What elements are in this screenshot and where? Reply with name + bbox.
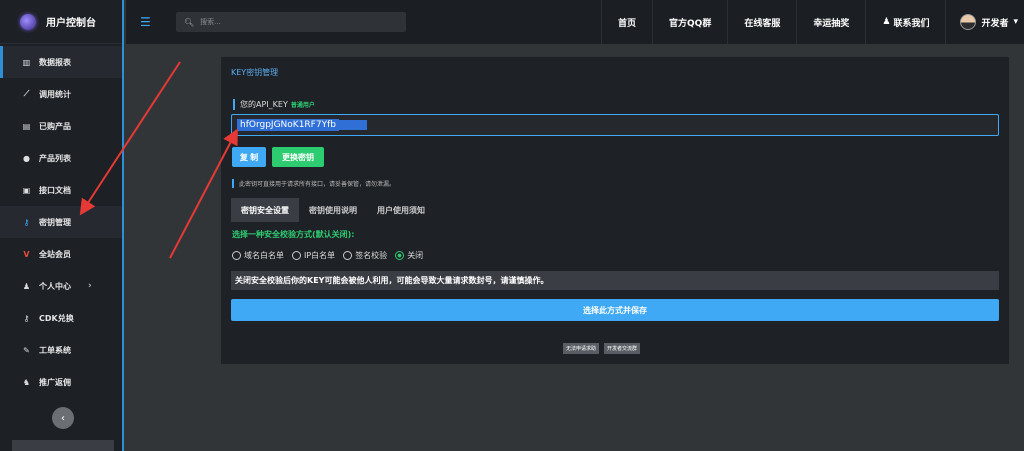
- tab-key-usage[interactable]: 密钥使用说明: [299, 198, 367, 222]
- sidebar-item-label: 已购产品: [39, 121, 71, 131]
- sidebar-item-cdk[interactable]: ⚷ CDK兑换: [0, 302, 122, 334]
- sidebar-item-tickets[interactable]: ✎ 工单系统: [0, 334, 122, 366]
- nav-link-lottery[interactable]: 幸运抽奖: [796, 0, 865, 44]
- bar-chart-icon: ▥: [22, 57, 31, 67]
- sidebar-item-label: CDK兑换: [39, 313, 74, 323]
- api-key-section-label: 您的API_KEY 普通用户: [233, 99, 315, 110]
- search-icon: 🔍︎: [184, 17, 195, 27]
- menu-toggle-icon[interactable]: ☰: [140, 15, 156, 29]
- radio-circle: [395, 251, 405, 260]
- api-key-redaction: [338, 120, 367, 130]
- sidebar-item-api-docs[interactable]: ▣ 接口文档: [0, 174, 122, 206]
- sidebar-footer: [12, 440, 114, 451]
- sidebar-item-call-stats[interactable]: ⟋ 调用统计: [0, 78, 122, 110]
- contact-label: 联系我们: [893, 18, 930, 29]
- chevron-right-icon: ›: [88, 281, 92, 291]
- sidebar-item-key-management[interactable]: ⚷ 密钥管理: [0, 206, 122, 238]
- user-menu[interactable]: 开发者 ▾: [945, 0, 1024, 44]
- sidebar-item-reports[interactable]: ▥ 数据报表: [0, 46, 122, 78]
- help-buttons: 无法申请求助 开发者交流群: [563, 343, 641, 354]
- top-nav: 首页 官方QQ群 在线客服 幸运抽奖 ♟ 联系我们 开发者 ▾: [601, 0, 1024, 44]
- gear-icon: ●: [23, 153, 30, 163]
- brand-title: 用户控制台: [46, 18, 96, 29]
- sidebar-item-label: 个人中心: [39, 281, 71, 291]
- copy-button[interactable]: 复 制: [232, 147, 266, 167]
- sidebar-item-affiliate[interactable]: ♞ 推广返佣: [0, 366, 122, 398]
- radio-label: 域名白名单: [244, 251, 284, 260]
- sidebar-item-label: 全站会员: [39, 249, 71, 259]
- radio-label: IP白名单: [304, 251, 336, 260]
- top-bar: ☰ 🔍︎ 首页 官方QQ群 在线客服 幸运抽奖 ♟ 联系我们 开发者 ▾: [126, 0, 1024, 44]
- chevron-left-icon: ‹: [61, 412, 65, 424]
- sidebar: 用户控制台 ▥ 数据报表 ⟋ 调用统计 ▤ 已购产品 ● 产品列表 ▣ 接口文档…: [0, 0, 124, 451]
- api-key-value: hfOrgpJGNoK1RF7Yfb: [237, 119, 339, 131]
- key-icon: ⚷: [23, 217, 30, 227]
- nav-link-home[interactable]: 首页: [601, 0, 652, 44]
- user-icon: ♟: [882, 17, 891, 27]
- save-method-button[interactable]: 选择此方式并保存: [231, 299, 999, 321]
- sidebar-item-label: 接口文档: [39, 185, 71, 195]
- chevron-down-icon: ▾: [1013, 17, 1018, 27]
- search-box: 🔍︎: [176, 12, 406, 32]
- tab-security-settings[interactable]: 密钥安全设置: [231, 198, 299, 222]
- api-key-field[interactable]: hfOrgpJGNoK1RF7Yfb: [231, 114, 999, 136]
- tab-user-notice[interactable]: 用户使用须知: [367, 198, 435, 222]
- search-input[interactable]: [200, 18, 391, 26]
- sidebar-item-purchased[interactable]: ▤ 已购产品: [0, 110, 122, 142]
- user-name: 开发者: [981, 18, 1009, 29]
- verification-heading: 选择一种安全校验方式(默认关闭):: [232, 230, 355, 239]
- user-icon: ♟: [22, 281, 31, 291]
- radio-domain-whitelist[interactable]: 域名白名单: [232, 250, 284, 261]
- warning-message: 关闭安全校验后你的KEY可能会被他人利用，可能会导致大量请求数封号，请谨慎操作。: [231, 271, 999, 290]
- radio-ip-whitelist[interactable]: IP白名单: [292, 250, 335, 261]
- radio-circle: [343, 251, 353, 260]
- line-chart-icon: ⟋: [23, 89, 30, 98]
- nav-link-qq-group[interactable]: 官方QQ群: [652, 0, 727, 44]
- key-icon: ⚷: [23, 313, 30, 323]
- sidebar-collapse-button[interactable]: ‹: [52, 407, 74, 429]
- radio-label: 签名校验: [355, 251, 388, 260]
- sidebar-item-profile[interactable]: ♟ 个人中心 ›: [0, 270, 122, 302]
- developer-group-button[interactable]: 开发者交流群: [604, 343, 641, 354]
- sidebar-item-products[interactable]: ● 产品列表: [0, 142, 122, 174]
- document-icon: ▣: [22, 185, 31, 195]
- sidebar-item-label: 推广返佣: [39, 377, 71, 387]
- api-key-label: 您的API_KEY: [240, 100, 288, 109]
- logo-icon: [20, 13, 36, 30]
- sidebar-item-vip[interactable]: V 全站会员: [0, 238, 122, 270]
- nav-link-support[interactable]: 在线客服: [727, 0, 796, 44]
- brand[interactable]: 用户控制台: [0, 0, 122, 44]
- vip-icon: V: [23, 249, 30, 259]
- avatar: [960, 14, 977, 30]
- radio-circle: [292, 251, 301, 260]
- cart-icon: ▤: [22, 121, 31, 131]
- sidebar-item-label: 调用统计: [39, 89, 71, 99]
- panel-title: KEY密钥管理: [231, 68, 279, 77]
- key-note: 此密钥可直接用于请求所有接口，请妥善保管，请勿泄漏。: [232, 179, 395, 188]
- pen-icon: ✎: [23, 345, 30, 355]
- help-request-button[interactable]: 无法申请求助: [563, 343, 600, 354]
- tab-bar: 密钥安全设置 密钥使用说明 用户使用须知: [231, 198, 435, 222]
- sidebar-nav: ▥ 数据报表 ⟋ 调用统计 ▤ 已购产品 ● 产品列表 ▣ 接口文档 ⚷ 密钥管…: [0, 44, 122, 398]
- verification-options: 域名白名单 IP白名单 签名校验 关闭: [232, 250, 423, 261]
- sidebar-item-label: 密钥管理: [39, 217, 71, 227]
- nav-link-contact[interactable]: ♟ 联系我们: [865, 0, 945, 44]
- users-icon: ♞: [22, 377, 31, 387]
- sidebar-item-label: 工单系统: [39, 345, 71, 355]
- radio-label: 关闭: [407, 251, 424, 260]
- sidebar-item-label: 产品列表: [39, 153, 71, 163]
- change-key-button[interactable]: 更换密钥: [272, 147, 324, 167]
- radio-circle: [232, 251, 241, 260]
- radio-signature[interactable]: 签名校验: [343, 250, 387, 261]
- key-management-panel: KEY密钥管理 您的API_KEY 普通用户 hfOrgpJGNoK1RF7Yf…: [221, 57, 1009, 364]
- sidebar-item-label: 数据报表: [39, 57, 71, 67]
- radio-off[interactable]: 关闭: [395, 250, 423, 261]
- user-level-badge: 普通用户: [290, 102, 315, 109]
